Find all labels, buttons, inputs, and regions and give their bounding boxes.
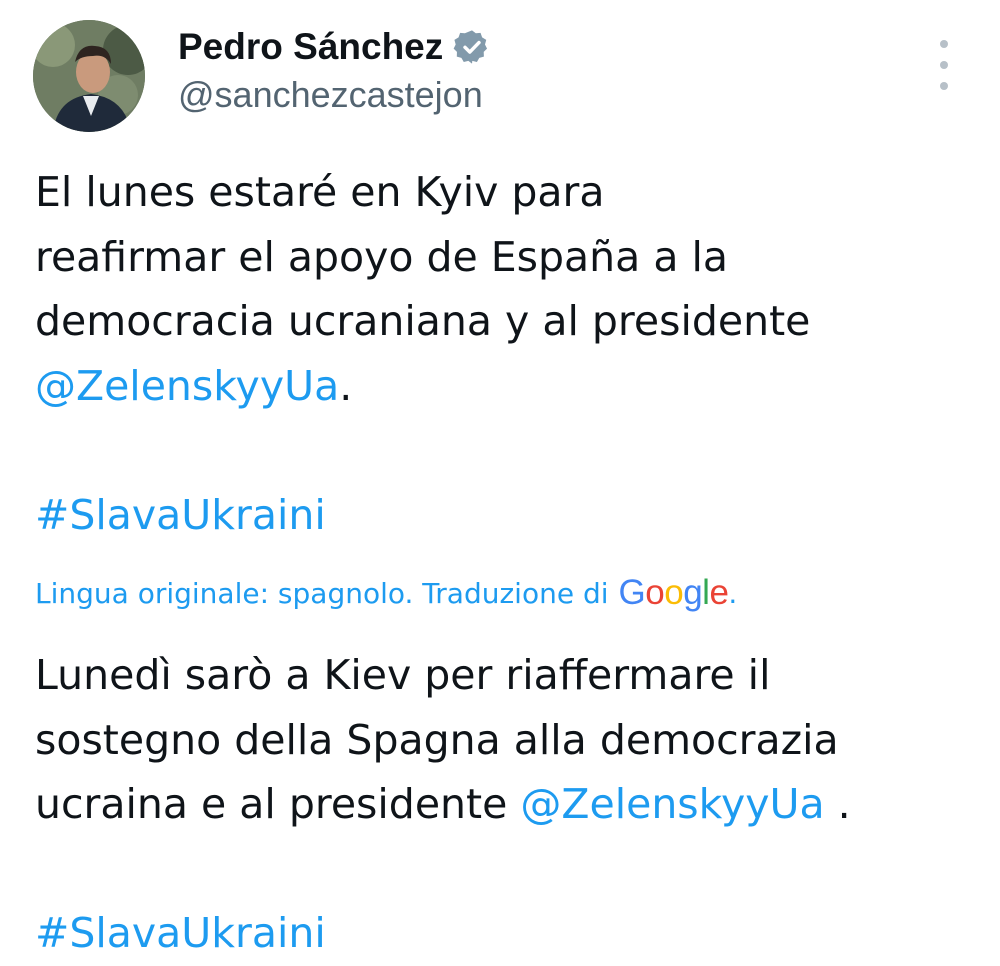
translation-note-suffix: . xyxy=(728,576,738,610)
translated-line: ucraina e al presidente @ZelenskyyUa . xyxy=(35,772,985,837)
translated-line: Lunedì sarò a Kiev per riaffermare il xyxy=(35,651,771,699)
tweet-text: El lunes estaré en Kyiv para reafirmar e… xyxy=(35,160,975,547)
google-letter: g xyxy=(683,573,703,612)
translation-attribution[interactable]: Lingua originale: spagnolo. Traduzione d… xyxy=(35,568,737,618)
translated-line: sostegno della Spagna alla democrazia xyxy=(35,715,839,764)
author-display-name[interactable]: Pedro Sánchez xyxy=(178,24,491,70)
dot xyxy=(940,40,948,48)
google-logo: Google xyxy=(619,573,729,613)
google-letter: o xyxy=(645,573,665,612)
punctuation: . xyxy=(837,780,851,828)
google-letter: o xyxy=(664,573,684,612)
hashtag-link[interactable]: #SlavaUkraini xyxy=(35,491,326,539)
verified-badge-icon xyxy=(453,28,491,66)
translation-note-text: Lingua originale: spagnolo. Traduzione d… xyxy=(35,576,609,610)
mention-link[interactable]: @ZelenskyyUa xyxy=(520,780,824,828)
translated-text: Lunedì sarò a Kiev per riaffermare il so… xyxy=(35,643,985,966)
tweet-line: democracia ucraniana y al presidente xyxy=(35,297,811,345)
punctuation: . xyxy=(339,361,353,410)
author-handle[interactable]: @sanchezcastejon xyxy=(178,74,483,116)
google-letter: e xyxy=(709,573,729,612)
dot xyxy=(940,61,948,69)
tweet-line: #SlavaUkraini xyxy=(35,483,975,548)
tweet-line: @ZelenskyyUa. xyxy=(35,354,975,419)
dot xyxy=(940,82,948,90)
hashtag-link[interactable]: #SlavaUkraini xyxy=(35,909,326,957)
mention-link[interactable]: @ZelenskyyUa xyxy=(35,362,339,410)
tweet-line: El lunes estaré en Kyiv para xyxy=(35,168,605,216)
author-name-text: Pedro Sánchez xyxy=(178,26,444,67)
google-letter: G xyxy=(618,573,646,612)
tweet-line: reafirmar el apoyo de España a la xyxy=(35,232,728,281)
translated-line-text: ucraina e al presidente xyxy=(35,780,508,828)
more-vertical-icon[interactable] xyxy=(928,40,960,90)
avatar[interactable] xyxy=(33,20,145,132)
profile-photo xyxy=(33,20,145,132)
